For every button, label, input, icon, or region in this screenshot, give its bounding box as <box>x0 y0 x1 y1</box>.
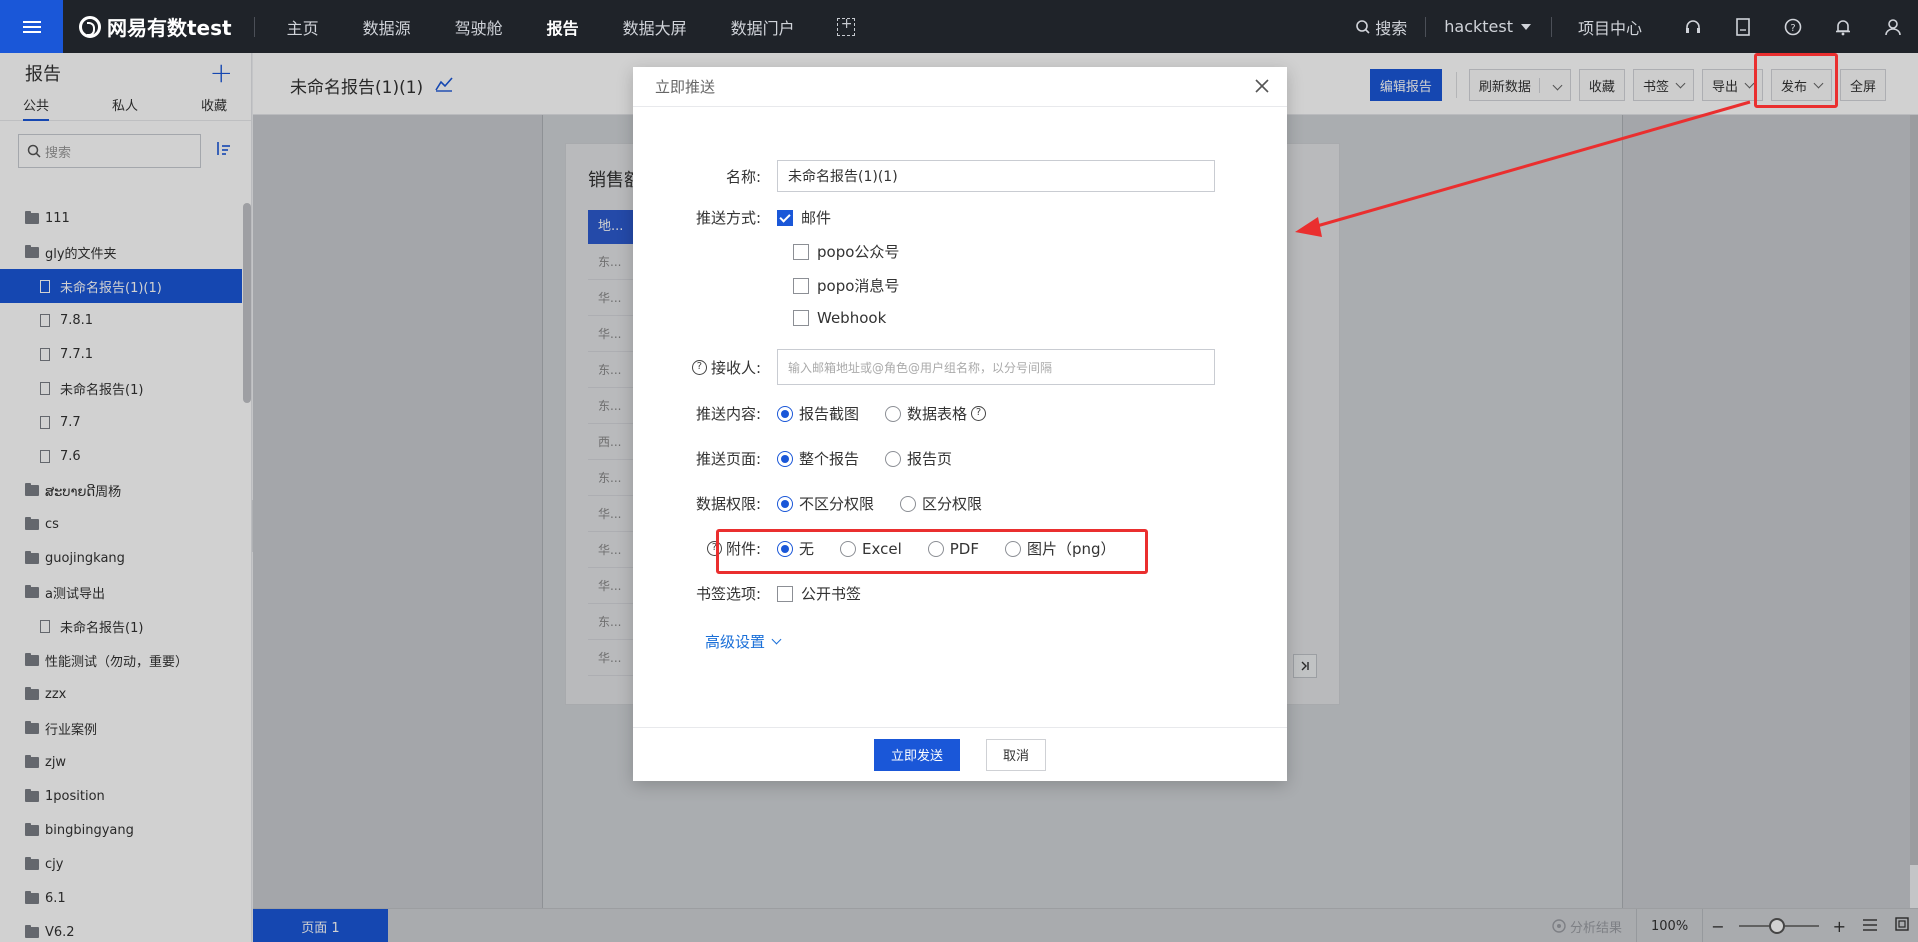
annotation-arrow <box>1295 100 1751 237</box>
